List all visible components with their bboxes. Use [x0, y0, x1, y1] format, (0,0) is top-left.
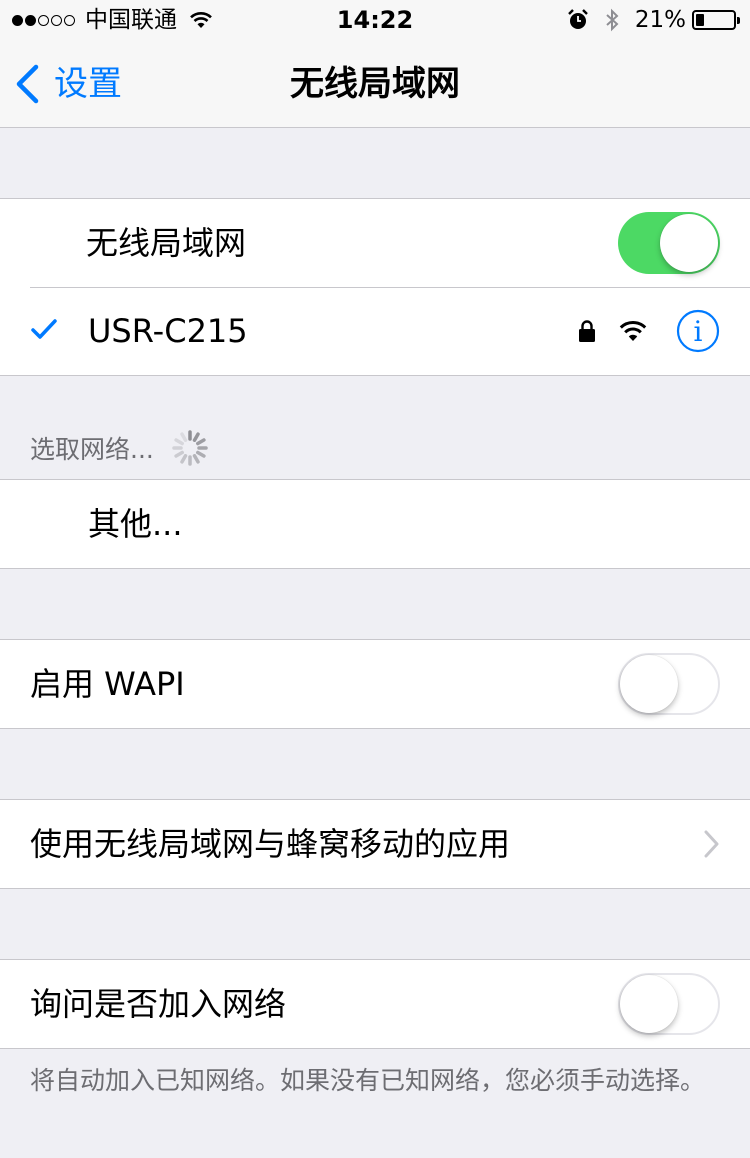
wifi-settings-screen: 中国联通 14:22 21% 设置 无线局域网 无线局域网 USR-C215 i… — [0, 0, 750, 1158]
wapi-row: 启用 WAPI — [0, 640, 750, 728]
apps-group: 使用无线局域网与蜂窝移动的应用 — [0, 799, 750, 889]
wlan-toggle-label: 无线局域网 — [86, 224, 247, 262]
ask-join-row: 询问是否加入网络 — [0, 960, 750, 1048]
battery-icon — [692, 10, 740, 30]
ask-join-label: 询问是否加入网络 — [30, 985, 287, 1023]
other-network-label: 其他... — [88, 505, 183, 543]
apps-using-wlan-row[interactable]: 使用无线局域网与蜂窝移动的应用 — [0, 800, 750, 888]
connected-network-row[interactable]: USR-C215 i — [0, 287, 750, 375]
wapi-label: 启用 WAPI — [30, 665, 185, 703]
navigation-bar: 设置 无线局域网 — [0, 40, 750, 128]
other-network-group: 其他... — [0, 479, 750, 569]
toggle-knob — [620, 655, 678, 713]
wapi-toggle-switch[interactable] — [618, 653, 720, 715]
ask-join-footer-note: 将自动加入已知网络。如果没有已知网络，您必须手动选择。 — [30, 1066, 706, 1095]
page-title: 无线局域网 — [290, 64, 460, 104]
chevron-right-icon — [704, 830, 719, 858]
wapi-group: 启用 WAPI — [0, 639, 750, 729]
toggle-knob — [660, 214, 718, 272]
toggle-knob — [620, 975, 678, 1033]
apps-using-wlan-label: 使用无线局域网与蜂窝移动的应用 — [30, 825, 511, 863]
alarm-icon — [568, 9, 588, 29]
wifi-strength-icon — [619, 321, 647, 341]
battery-percent: 21% — [634, 7, 686, 33]
checkmark-icon — [31, 319, 57, 339]
lock-icon — [579, 320, 595, 342]
info-icon[interactable]: i — [676, 309, 720, 353]
ask-join-toggle-switch[interactable] — [618, 973, 720, 1035]
status-bar-right: 21% — [567, 6, 740, 34]
choose-network-header: 选取网络... — [30, 428, 210, 468]
loading-spinner-icon — [172, 430, 208, 466]
ask-join-group: 询问是否加入网络 — [0, 959, 750, 1049]
choose-network-label: 选取网络... — [30, 435, 154, 464]
connected-network-name: USR-C215 — [88, 312, 248, 350]
wlan-toggle-switch[interactable] — [618, 212, 720, 274]
network-status-icons: i — [578, 287, 720, 375]
status-bar: 中国联通 14:22 21% — [0, 0, 750, 40]
wlan-toggle-row: 无线局域网 — [0, 199, 750, 287]
wlan-group: 无线局域网 USR-C215 i — [0, 198, 750, 376]
other-network-row[interactable]: 其他... — [0, 480, 750, 568]
svg-text:i: i — [694, 315, 703, 348]
battery-tip — [737, 17, 740, 24]
battery-level — [696, 14, 704, 26]
bluetooth-icon — [606, 8, 619, 32]
